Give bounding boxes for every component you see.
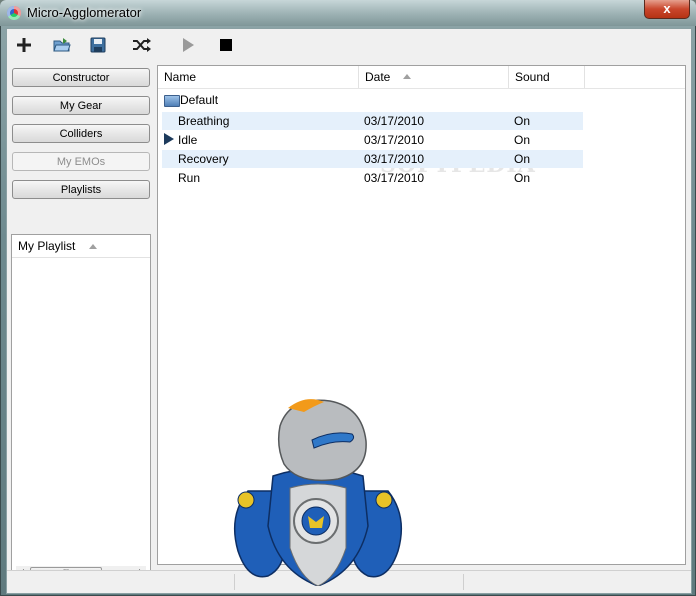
row-date: 03/17/2010 xyxy=(364,114,425,128)
shuffle-button[interactable] xyxy=(129,33,155,57)
row-date: 03/17/2010 xyxy=(364,133,425,147)
row-sound: On xyxy=(514,114,531,128)
constructor-button[interactable]: Constructor xyxy=(12,68,150,87)
stop-button[interactable] xyxy=(213,33,239,57)
play-icon xyxy=(183,38,194,52)
toolbar xyxy=(7,29,691,61)
my-emos-button[interactable]: My EMOs xyxy=(12,152,150,171)
title-bar[interactable]: Micro-Agglomerator x xyxy=(0,0,696,26)
sort-ascending-icon xyxy=(403,74,411,79)
playlist-header-label: My Playlist xyxy=(18,239,76,253)
add-button[interactable] xyxy=(11,33,37,57)
now-playing-icon xyxy=(164,133,174,145)
row-sound: On xyxy=(514,171,531,185)
playlist-panel: My Playlist III xyxy=(11,234,151,587)
open-folder-icon xyxy=(53,38,71,52)
play-button[interactable] xyxy=(175,33,201,57)
app-icon xyxy=(7,6,21,20)
my-gear-button[interactable]: My Gear xyxy=(12,96,150,115)
open-button[interactable] xyxy=(49,33,75,57)
row-date: 03/17/2010 xyxy=(364,152,425,166)
sort-ascending-icon xyxy=(89,244,97,249)
status-cell xyxy=(7,574,235,590)
playlist-column-header[interactable]: My Playlist xyxy=(12,235,150,258)
app-window: Micro-Agglomerator x Constructor My Gear… xyxy=(0,0,696,596)
list-item[interactable]: Run 03/17/2010 On xyxy=(162,169,583,187)
column-header-sound[interactable]: Sound xyxy=(509,66,585,88)
playlists-button[interactable]: Playlists xyxy=(12,180,150,199)
robot-character-image xyxy=(233,399,403,586)
colliders-button[interactable]: Colliders xyxy=(12,124,150,143)
row-name: Run xyxy=(178,171,201,185)
save-button[interactable] xyxy=(85,33,111,57)
shuffle-icon xyxy=(133,38,151,52)
column-header-name[interactable]: Name xyxy=(158,66,359,88)
close-button[interactable]: x xyxy=(644,0,690,19)
list-header: Name Date Sound xyxy=(158,66,685,89)
stop-icon xyxy=(220,39,232,51)
row-name: Idle xyxy=(178,133,198,147)
list-item[interactable]: Idle 03/17/2010 On xyxy=(162,131,583,149)
save-icon xyxy=(90,37,106,53)
column-header-date[interactable]: Date xyxy=(359,66,509,88)
row-sound: On xyxy=(514,133,531,147)
left-pane: Constructor My Gear Colliders My EMOs Pl… xyxy=(11,65,151,587)
list-item[interactable]: Breathing 03/17/2010 On xyxy=(162,112,583,130)
folder-label: Default xyxy=(180,93,219,107)
plus-icon xyxy=(17,38,31,52)
row-date: 03/17/2010 xyxy=(364,171,425,185)
row-sound: On xyxy=(514,152,531,166)
folder-icon xyxy=(164,95,180,107)
window-title: Micro-Agglomerator xyxy=(27,5,142,20)
row-name: Breathing xyxy=(178,114,230,128)
row-name: Recovery xyxy=(178,152,229,166)
list-item[interactable]: Recovery 03/17/2010 On xyxy=(162,150,583,168)
